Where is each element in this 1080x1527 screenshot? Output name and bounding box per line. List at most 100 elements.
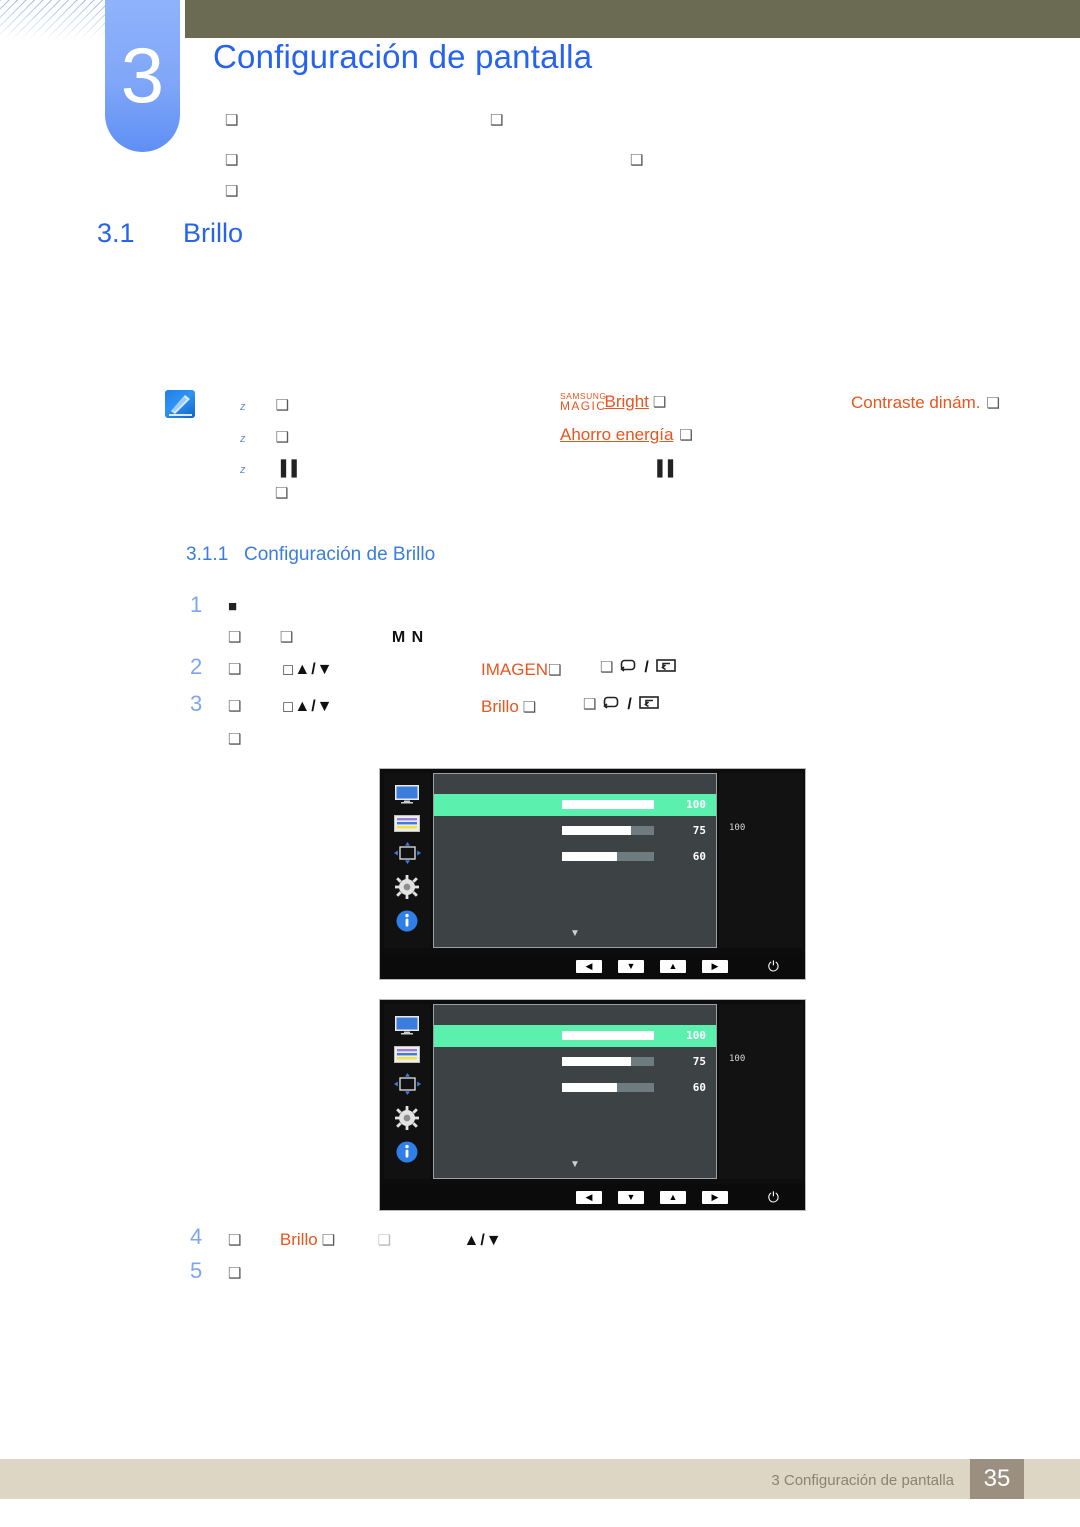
step-box-glyph: ❑ (228, 661, 242, 678)
intro-box-glyph-2: ❑ (490, 112, 504, 129)
osd-preview-value: 100 (729, 1054, 746, 1064)
slider-remainder (631, 826, 654, 835)
note-box-glyph: ❑ (548, 662, 562, 679)
step-number-5: 5 (190, 1258, 203, 1283)
osd-key-button-1[interactable]: ◀ (576, 1190, 602, 1204)
slider-track[interactable] (562, 800, 654, 809)
step-box-glyph: ❑ (228, 629, 242, 646)
osd-body: 100 75 60 ▼ 100 (380, 769, 805, 951)
slider-track[interactable] (562, 1083, 654, 1092)
slider-track[interactable] (562, 826, 654, 835)
note-box-glyph: ❑ (275, 397, 290, 414)
osd-slider-row[interactable]: 75 (434, 1051, 716, 1073)
subsection-heading: 3.1.1 Configuración de Brillo (186, 544, 435, 566)
brillo-menu-label: Brillo (279, 1230, 318, 1249)
contraste-dinamico-label: Contraste dinám. ❑ (851, 393, 1000, 413)
step-box-glyph: ■ (228, 598, 238, 615)
monitor-icon (394, 1015, 420, 1040)
subsection-number: 3.1.1 (186, 544, 229, 565)
ahorro-energia-row: Ahorro energía ❑ (560, 425, 693, 445)
enter-key-icon (656, 658, 677, 678)
scroll-down-icon[interactable]: ▼ (570, 1159, 580, 1170)
position-arrows-icon (393, 1073, 421, 1100)
ahorro-energia-link[interactable]: Ahorro energía (560, 425, 673, 444)
return-key-icon (620, 658, 638, 678)
osd-key-button-2[interactable]: ▼ (618, 959, 644, 973)
step-number-2: 2 (190, 654, 203, 679)
osd-slider-row[interactable]: 100 (434, 1025, 716, 1047)
note-pen-icon (165, 390, 195, 418)
slider-track[interactable] (562, 1031, 654, 1040)
magicbright-label: SAMSUNG MAGIC Bright ❑ (560, 392, 666, 413)
updown-arrows: ▲/▼ (294, 661, 334, 678)
note-box-glyph: ▐▐ (652, 460, 674, 477)
osd-key-button-2[interactable]: ▼ (618, 1190, 644, 1204)
osd-sidebar (384, 773, 430, 948)
slider-value: 100 (686, 1029, 706, 1042)
slider-remainder (631, 1057, 654, 1066)
color-bars-icon (394, 1045, 420, 1068)
slider-value: 75 (692, 1055, 706, 1068)
note-row-4: ❑ (275, 484, 288, 502)
contraste-dinam-text: Contraste dinám. (851, 393, 981, 412)
note-box-glyph: ❑ (275, 429, 290, 446)
intro-box-glyph-3: ❑ (225, 152, 239, 169)
imagen-menu-label: IMAGEN (481, 660, 549, 679)
magic-line-2: MAGIC (560, 399, 607, 414)
subsection-title: Configuración de Brillo (244, 544, 436, 565)
osd-slider-row[interactable]: 60 (434, 1077, 716, 1099)
osd-body: 100 75 60 ▼ 100 (380, 1000, 805, 1182)
enter-key-icon (639, 695, 660, 715)
updown-arrows: ▲/▼ (294, 698, 334, 715)
slider-fill (562, 852, 618, 861)
step-2-text: ❑ ◻▲/▼ (228, 660, 333, 679)
gear-icon (395, 1106, 419, 1135)
note-bullet-marker: z (240, 464, 246, 476)
osd-key-button-3[interactable]: ▲ (660, 1190, 686, 1204)
note-row-3: z ▐▐ (240, 460, 297, 477)
osd-slider-row[interactable]: 60 (434, 846, 716, 868)
osd-key-bar: ◀ ▼ ▲ ▶ ⏻ (380, 953, 805, 979)
step-2-keys: ❑ / (600, 658, 678, 678)
step-number-3: 3 (190, 691, 203, 716)
power-icon[interactable]: ⏻ (768, 958, 779, 974)
osd-slider-row[interactable]: 100 (434, 794, 716, 816)
osd-key-button-3[interactable]: ▲ (660, 959, 686, 973)
slider-track[interactable] (562, 1057, 654, 1066)
intro-box-glyph-4: ❑ (630, 152, 644, 169)
scroll-down-icon[interactable]: ▼ (570, 928, 580, 939)
osd-screenshot-1: 100 75 60 ▼ 100 ◀ ▼ ▲ ▶ ⏻ (379, 768, 806, 980)
gear-icon (395, 875, 419, 904)
step-box-glyph-2: ◻ (281, 698, 295, 715)
note-row-1: z ❑ (240, 396, 289, 414)
magicbright-link[interactable]: Bright (604, 392, 648, 411)
position-arrows-icon (393, 842, 421, 869)
step-box-glyph: ❑ (600, 659, 614, 677)
note-bullet-marker: z (240, 401, 246, 413)
step-3-text: ❑ ◻▲/▼ (228, 697, 333, 716)
note-box-glyph: ❑ (321, 1232, 336, 1249)
slider-remainder (617, 1083, 654, 1092)
osd-slider-row[interactable]: 75 (434, 820, 716, 842)
osd-key-button-1[interactable]: ◀ (576, 959, 602, 973)
note-row-3-mid: ▐▐ (652, 460, 673, 477)
step-3-keys: ❑ / (583, 695, 661, 715)
osd-key-button-4[interactable]: ▶ (702, 1190, 728, 1204)
slider-fill (562, 1083, 618, 1092)
power-icon[interactable]: ⏻ (768, 1189, 779, 1205)
osd-sidebar (384, 1004, 430, 1179)
page-title: Configuración de pantalla (213, 38, 593, 75)
note-box-glyph: ❑ (522, 699, 537, 716)
slider-value: 60 (692, 1081, 706, 1094)
step-3-sub-text: ❑ (228, 730, 241, 749)
osd-key-button-4[interactable]: ▶ (702, 959, 728, 973)
slider-track[interactable] (562, 852, 654, 861)
slider-value: 75 (692, 824, 706, 837)
return-key-icon (603, 695, 621, 715)
header-olive-bar (185, 0, 1080, 38)
step-box-glyph-2: ❑ (377, 1232, 392, 1249)
page-number: 35 (970, 1459, 1024, 1499)
step-box-glyph: ❑ (228, 698, 242, 715)
updown-arrows: ▲/▼ (463, 1232, 503, 1249)
note-box-glyph: ❑ (679, 427, 693, 444)
